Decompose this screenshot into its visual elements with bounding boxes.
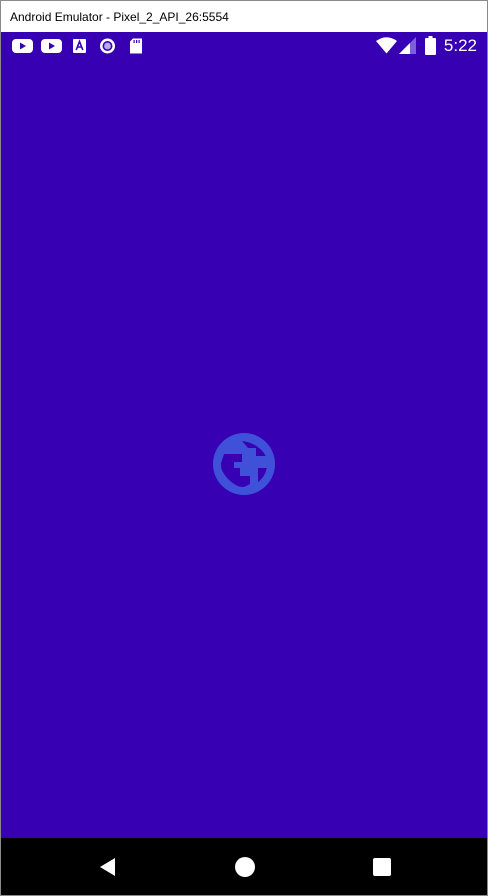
signal-icon: [399, 37, 416, 54]
emulator-window: Android Emulator - Pixel_2_API_26:5554 5…: [0, 0, 488, 896]
status-clock: 5:22: [443, 36, 477, 55]
youtube-icon: [41, 39, 62, 53]
navigation-bar: [1, 838, 487, 895]
font-a-icon: [73, 39, 86, 53]
record-icon: [100, 38, 115, 54]
device-screen[interactable]: 5:22: [1, 32, 487, 838]
wifi-icon: [376, 37, 397, 54]
battery-icon: [425, 36, 436, 55]
window-title: Android Emulator - Pixel_2_API_26:5554: [10, 9, 229, 24]
globe-icon: [213, 433, 275, 495]
status-bar[interactable]: 5:22: [1, 32, 487, 60]
home-icon[interactable]: [233, 855, 257, 879]
back-icon[interactable]: [97, 855, 121, 879]
window-titlebar: Android Emulator - Pixel_2_API_26:5554: [1, 1, 487, 32]
youtube-icon: [12, 39, 33, 53]
sd-card-icon: [130, 38, 142, 54]
recents-icon[interactable]: [370, 855, 394, 879]
